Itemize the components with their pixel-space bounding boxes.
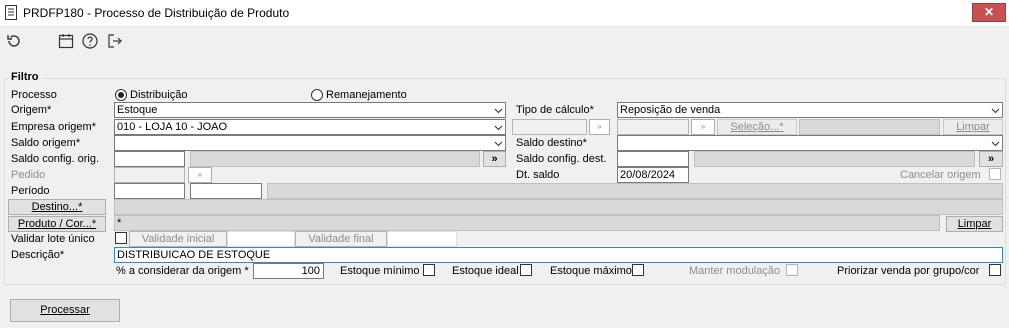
periodo-fim-input[interactable] bbox=[190, 183, 262, 199]
produto-cor-display: * bbox=[114, 215, 940, 231]
radio-distribuicao[interactable] bbox=[115, 89, 127, 101]
chevron-down-icon bbox=[991, 105, 1000, 114]
dt-saldo-label: Dt. saldo bbox=[516, 169, 560, 181]
estoque-maximo-checkbox[interactable] bbox=[632, 264, 644, 276]
radio-remanejamento-label: Remanejamento bbox=[326, 89, 407, 101]
origem-select[interactable]: Estoque bbox=[114, 102, 506, 118]
saldo-config-dest-display bbox=[694, 151, 975, 167]
saldo-config-orig-display bbox=[190, 151, 480, 167]
cancelar-origem-label: Cancelar origem bbox=[900, 169, 981, 181]
tipo-calculo-value: Reposição de venda bbox=[620, 104, 721, 116]
limpar-button[interactable]: Limpar bbox=[946, 216, 1003, 232]
saldo-origem-select[interactable] bbox=[114, 135, 506, 151]
estoque-minimo-checkbox[interactable] bbox=[423, 264, 435, 276]
close-button[interactable]: ✕ bbox=[972, 3, 1006, 22]
produto-cor-button[interactable]: Produto / Cor...* bbox=[8, 216, 106, 232]
origem-value: Estoque bbox=[117, 104, 158, 116]
chevron-down-icon bbox=[494, 122, 503, 131]
periodo-display bbox=[267, 183, 1003, 199]
filter-legend: Filtro bbox=[9, 71, 41, 83]
radio-remanejamento[interactable] bbox=[311, 89, 323, 101]
priorizar-checkbox[interactable] bbox=[989, 264, 1001, 276]
pedido-label: Pedido bbox=[11, 169, 46, 181]
empresa-origem-label: Empresa origem* bbox=[11, 121, 96, 133]
estoque-minimo-label: Estoque mínimo bbox=[340, 265, 420, 277]
tipo-calculo-select[interactable]: Reposição de venda bbox=[617, 102, 1003, 118]
tipo-calculo-label: Tipo de cálculo* bbox=[516, 104, 594, 116]
estoque-maximo-label: Estoque máximo bbox=[550, 265, 632, 277]
pedido-lookup-button[interactable]: » bbox=[188, 167, 212, 183]
chevron-down-icon bbox=[494, 138, 503, 147]
exit-icon[interactable] bbox=[106, 32, 124, 50]
chevron-down-icon bbox=[991, 138, 1000, 147]
estoque-ideal-checkbox[interactable] bbox=[520, 264, 532, 276]
manter-modulacao-checkbox[interactable] bbox=[786, 264, 798, 276]
calendar-icon[interactable] bbox=[57, 32, 75, 50]
periodo-label: Período bbox=[11, 185, 50, 197]
processo-label: Processo bbox=[11, 89, 57, 101]
saldo-config-dest-more-button[interactable]: » bbox=[979, 151, 1003, 167]
saldo-config-dest-code-input[interactable] bbox=[617, 151, 689, 167]
empresa-origem-select[interactable]: 010 - LOJA 10 - JOAO bbox=[114, 119, 506, 135]
validar-lote-checkbox[interactable] bbox=[115, 232, 127, 244]
descricao-label: Descrição* bbox=[11, 249, 65, 261]
saldo-config-orig-more-button[interactable]: » bbox=[483, 151, 506, 167]
validade-final-input[interactable] bbox=[387, 231, 457, 247]
saldo-destino-select[interactable] bbox=[617, 135, 1003, 151]
selecao-lookup-button[interactable]: » bbox=[691, 119, 715, 135]
destino-display bbox=[114, 199, 1003, 215]
selecao-code-input[interactable] bbox=[617, 119, 689, 135]
dt-saldo-input[interactable]: 20/08/2024 bbox=[617, 167, 689, 183]
selecao-button[interactable]: Seleção...* bbox=[717, 119, 797, 135]
saldo-origem-label: Saldo origem* bbox=[11, 137, 81, 149]
chevron-down-icon bbox=[494, 105, 503, 114]
saldo-config-orig-label: Saldo config. orig. bbox=[11, 153, 100, 165]
pct-origem-input[interactable]: 100 bbox=[253, 263, 324, 279]
estoque-ideal-label: Estoque ideal bbox=[452, 265, 519, 277]
pedido-input[interactable] bbox=[114, 167, 185, 183]
manter-modulacao-label: Manter modulação bbox=[689, 265, 781, 277]
limpar-selecao-button[interactable]: Limpar bbox=[943, 119, 1003, 135]
validade-inicial-input[interactable] bbox=[227, 231, 295, 247]
periodo-inicio-input[interactable] bbox=[114, 183, 185, 199]
empresa-origem-value: 010 - LOJA 10 - JOAO bbox=[117, 121, 228, 133]
validade-inicial-label: Validade inicial bbox=[129, 231, 227, 247]
radio-distribuicao-label: Distribuição bbox=[130, 89, 188, 101]
processar-button[interactable]: Processar bbox=[10, 299, 120, 322]
undo-icon[interactable] bbox=[5, 32, 23, 50]
origem-label: Origem* bbox=[11, 104, 52, 116]
help-icon[interactable] bbox=[81, 32, 99, 50]
saldo-config-dest-label: Saldo config. dest. bbox=[516, 153, 607, 165]
pct-origem-label: % a considerar da origem * bbox=[116, 265, 249, 277]
validade-final-label: Validade final bbox=[295, 231, 387, 247]
destino-button[interactable]: Destino...* bbox=[8, 199, 106, 215]
cancelar-origem-checkbox[interactable] bbox=[989, 168, 1001, 180]
saldo-destino-label: Saldo destino* bbox=[516, 137, 587, 149]
document-app-icon bbox=[5, 5, 17, 20]
priorizar-label: Priorizar venda por grupo/cor bbox=[837, 265, 980, 277]
validar-lote-label: Validar lote único bbox=[11, 233, 95, 245]
title-bar: PRDFP180 - Processo de Distribuição de P… bbox=[0, 0, 1009, 27]
selecao-display-field bbox=[799, 119, 940, 135]
descricao-input[interactable]: DISTRIBUICAO DE ESTOQUE bbox=[114, 247, 1003, 263]
empresa-lookup-button[interactable]: » bbox=[589, 119, 610, 135]
saldo-config-orig-code-input[interactable] bbox=[114, 151, 185, 167]
empresa-destino-code-input[interactable] bbox=[512, 119, 587, 135]
window-title: PRDFP180 - Processo de Distribuição de P… bbox=[23, 6, 290, 20]
